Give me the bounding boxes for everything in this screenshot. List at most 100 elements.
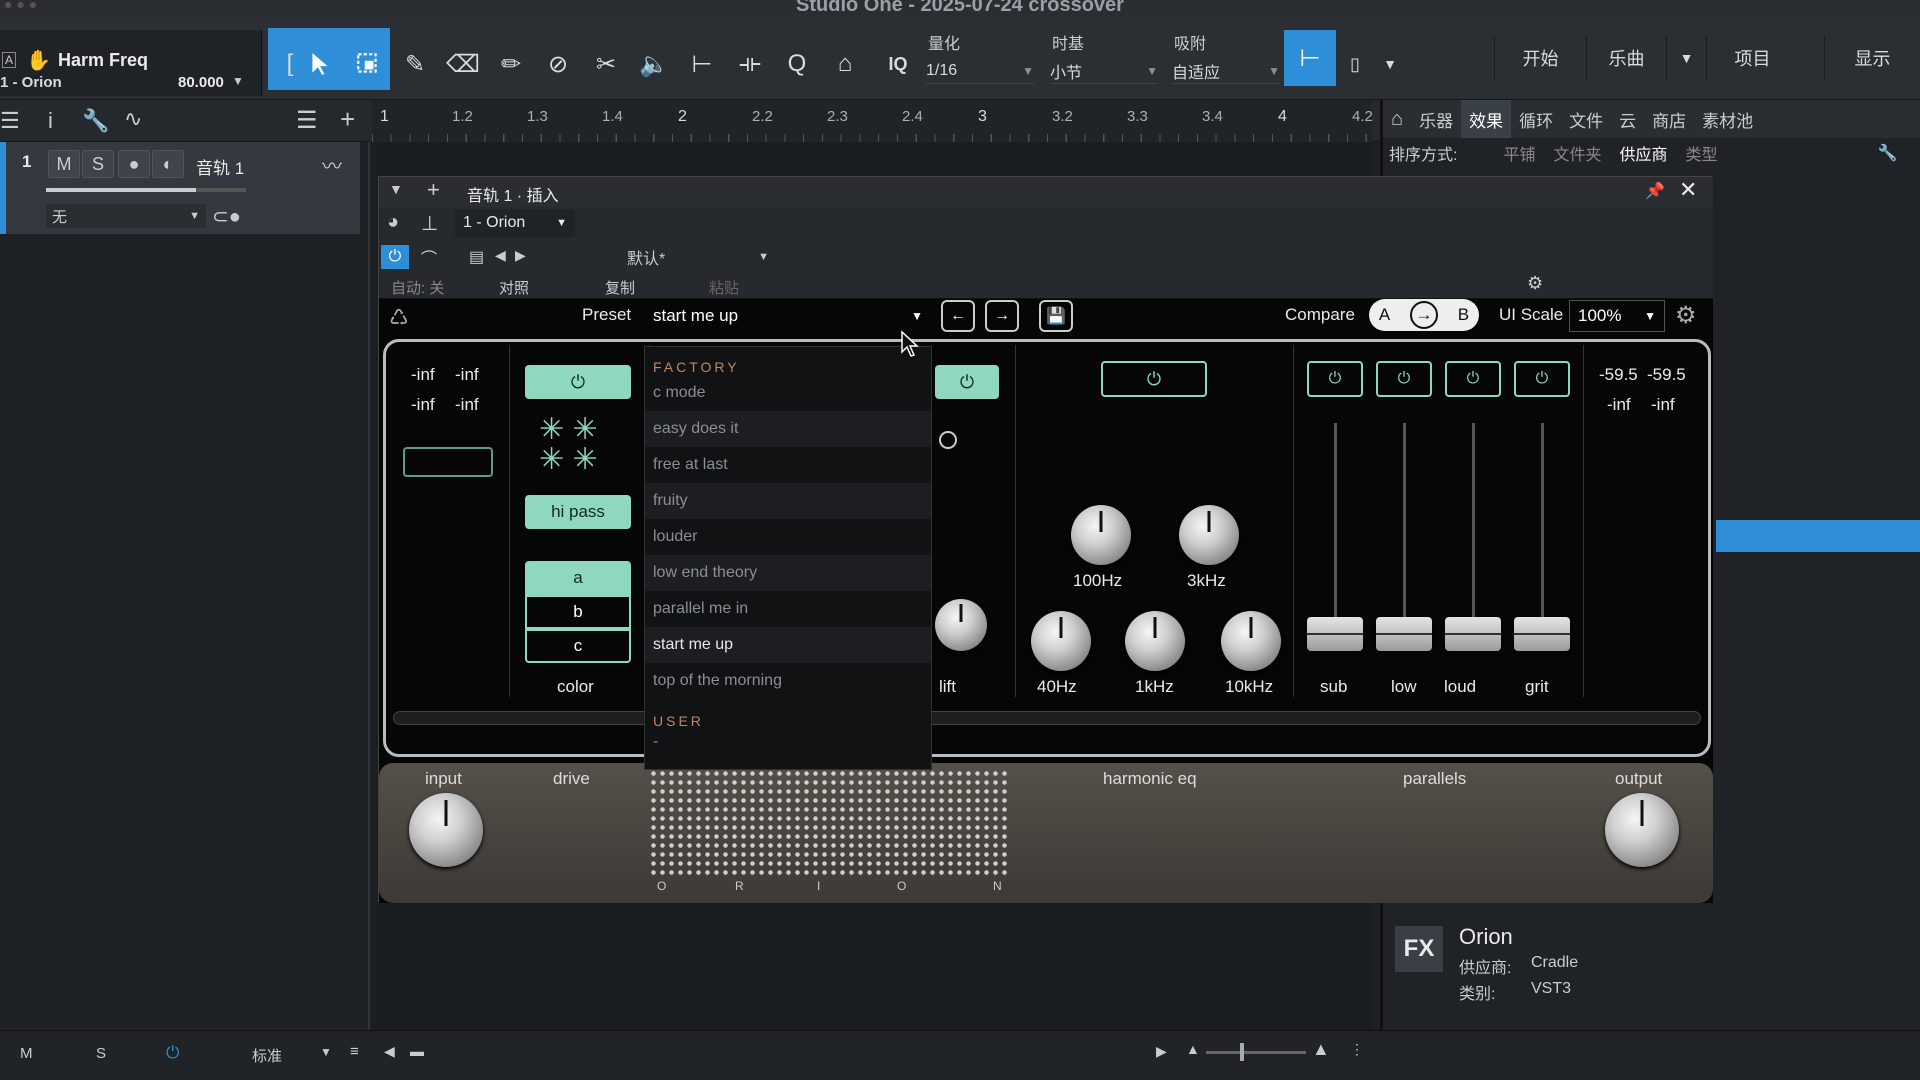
output-knob[interactable]	[1605, 793, 1679, 867]
preset-option[interactable]: free at last	[645, 447, 931, 483]
automation-state[interactable]: 自动: 关	[391, 277, 444, 298]
input-knob[interactable]	[409, 793, 483, 867]
nav-song[interactable]: 乐曲	[1586, 36, 1666, 80]
tab-loops[interactable]: 循环	[1511, 100, 1561, 138]
mute-button[interactable]: M	[48, 150, 80, 178]
track-title[interactable]: 音轨 1	[196, 154, 244, 179]
menu-icon[interactable]: ☰	[296, 106, 318, 135]
audio-bend-icon[interactable]: ⌂	[825, 42, 865, 86]
add-track-icon[interactable]: +	[340, 104, 355, 135]
iq-button[interactable]: IQ	[878, 42, 918, 86]
eq-10khz-knob[interactable]	[1221, 611, 1281, 671]
collapse-icon[interactable]: ▼	[389, 181, 403, 197]
preset-option-selected[interactable]: start me up	[645, 627, 931, 663]
chevron-down-icon[interactable]: ▼	[1370, 42, 1410, 86]
low-fader[interactable]	[1376, 617, 1432, 651]
waveform-icon[interactable]: 〰	[322, 150, 342, 179]
hipass-button[interactable]: hi pass	[525, 495, 631, 529]
sub-power-button[interactable]: ⏻	[1307, 361, 1363, 397]
instance-select[interactable]: 1 - Orion ▼	[455, 209, 575, 237]
nav-project[interactable]: 项目	[1706, 36, 1798, 80]
home-icon[interactable]: ⌂	[1383, 108, 1411, 131]
chevron-down-icon[interactable]: ▼	[320, 1045, 332, 1059]
scroll-left-icon[interactable]: ◀	[384, 1043, 395, 1060]
tone-power-button[interactable]: ⏻	[935, 365, 999, 399]
preset-option[interactable]: c mode	[645, 375, 931, 411]
sort-type[interactable]: 类型	[1686, 141, 1718, 165]
nav-start[interactable]: 开始	[1494, 36, 1586, 80]
tab-pool[interactable]: 素材池	[1694, 100, 1761, 138]
compare-a[interactable]: A	[1379, 305, 1390, 325]
lift-knob[interactable]	[935, 599, 987, 651]
ab-compare-toggle[interactable]: A → B	[1369, 299, 1479, 331]
tab-instruments[interactable]: 乐器	[1411, 100, 1461, 138]
tab-cloud[interactable]: 云	[1611, 100, 1644, 138]
bend-tool-icon[interactable]: ⊢	[682, 42, 722, 86]
nav-display[interactable]: 显示	[1824, 36, 1920, 80]
mute-tool-icon[interactable]: ⊘	[538, 42, 578, 86]
compare-button[interactable]: 对照	[499, 277, 529, 298]
preset-option[interactable]: low end theory	[645, 555, 931, 591]
loud-fader[interactable]	[1445, 617, 1501, 651]
tab-effects[interactable]: 效果	[1461, 100, 1512, 138]
sort-folder[interactable]: 文件夹	[1553, 141, 1601, 165]
arrow-tool-icon[interactable]	[300, 42, 340, 86]
preset-list-icon[interactable]: ▤	[469, 247, 484, 267]
global-solo[interactable]: S	[96, 1045, 106, 1062]
radio-toggle[interactable]	[939, 431, 957, 449]
chevron-down-icon[interactable]: ▼	[232, 74, 244, 88]
mode-select[interactable]: 标准	[252, 1045, 282, 1066]
color-option-b[interactable]: b	[525, 595, 631, 629]
scroll-right-icon[interactable]: ▶	[1156, 1043, 1167, 1060]
automation-icon[interactable]: ∿	[124, 106, 142, 132]
scroll-thumb[interactable]: ▬	[410, 1043, 424, 1059]
zoom-icon[interactable]: Q	[777, 42, 817, 86]
power-icon[interactable]: ⏻	[166, 1043, 179, 1063]
global-mute[interactable]: M	[20, 1045, 33, 1062]
save-icon[interactable]: 💾	[1039, 300, 1073, 332]
quantize-select[interactable]: 1/16 ▼	[926, 58, 1034, 84]
monitor-button[interactable]: ◐	[152, 150, 184, 178]
timebase-select[interactable]: 小节 ▼	[1050, 58, 1158, 84]
preset-select[interactable]: 默认* ▼	[539, 243, 779, 271]
grit-fader[interactable]	[1514, 617, 1570, 651]
list-icon[interactable]: ☰	[0, 108, 20, 134]
eq-1khz-knob[interactable]	[1125, 611, 1185, 671]
color-option-a[interactable]: a	[525, 561, 631, 595]
toggle-icon[interactable]: ⊂●	[212, 204, 241, 229]
compare-icon[interactable]: ⌒	[421, 245, 437, 269]
bottom-scrollbar[interactable]	[393, 711, 1701, 725]
paint-icon[interactable]: ✏	[491, 42, 531, 86]
input-select[interactable]: 无 ▼	[46, 204, 206, 228]
low-power-button[interactable]: ⏻	[1376, 361, 1432, 397]
split-tool-icon[interactable]: ✂	[586, 42, 626, 86]
pencil-icon[interactable]: ✎	[395, 42, 435, 86]
settings-icon[interactable]: ⚙	[1675, 301, 1697, 330]
record-arm-button[interactable]: ●	[118, 150, 150, 178]
eraser-icon[interactable]: ⌫	[443, 42, 483, 86]
user-preset-option[interactable]: -	[645, 729, 931, 755]
tab-files[interactable]: 文件	[1561, 100, 1611, 138]
preset-option[interactable]: louder	[645, 519, 931, 555]
track-header[interactable]: 1 M S ● ◐ 音轨 1 〰 无 ▼ ⊂●	[0, 142, 360, 234]
preset-option[interactable]: fruity	[645, 483, 931, 519]
chevron-down-icon[interactable]: ▼	[1666, 36, 1706, 80]
paste-button[interactable]: 粘贴	[709, 277, 739, 298]
prev-arrow-icon[interactable]: ←	[941, 300, 975, 332]
orion-preset-select[interactable]: start me up ▼	[645, 299, 931, 333]
color-option-c[interactable]: c	[525, 629, 631, 663]
wrench-icon[interactable]: 🔧	[1878, 143, 1898, 163]
selected-list-item[interactable]	[1716, 520, 1920, 552]
sub-fader[interactable]	[1307, 617, 1363, 651]
compare-b[interactable]: B	[1458, 305, 1469, 325]
grip-icon[interactable]: ⋮	[1350, 1041, 1364, 1058]
add-icon[interactable]: +	[427, 177, 440, 203]
select-range-icon[interactable]	[348, 42, 388, 86]
close-icon[interactable]: ✕	[1679, 177, 1697, 203]
tab-shop[interactable]: 商店	[1644, 100, 1694, 138]
prev-preset-icon[interactable]: ◀	[495, 247, 506, 264]
track-info-panel[interactable]: A ✋ Harm Freq 1 - Orion 80.000 ▼	[0, 30, 262, 96]
timeline-ruler[interactable]: 1 1.2 1.3 1.4 2 2.2 2.3 2.4 3 3.2 3.3 3.…	[372, 100, 1373, 142]
volume-slider[interactable]	[46, 188, 246, 192]
preset-option[interactable]: top of the morning	[645, 663, 931, 699]
